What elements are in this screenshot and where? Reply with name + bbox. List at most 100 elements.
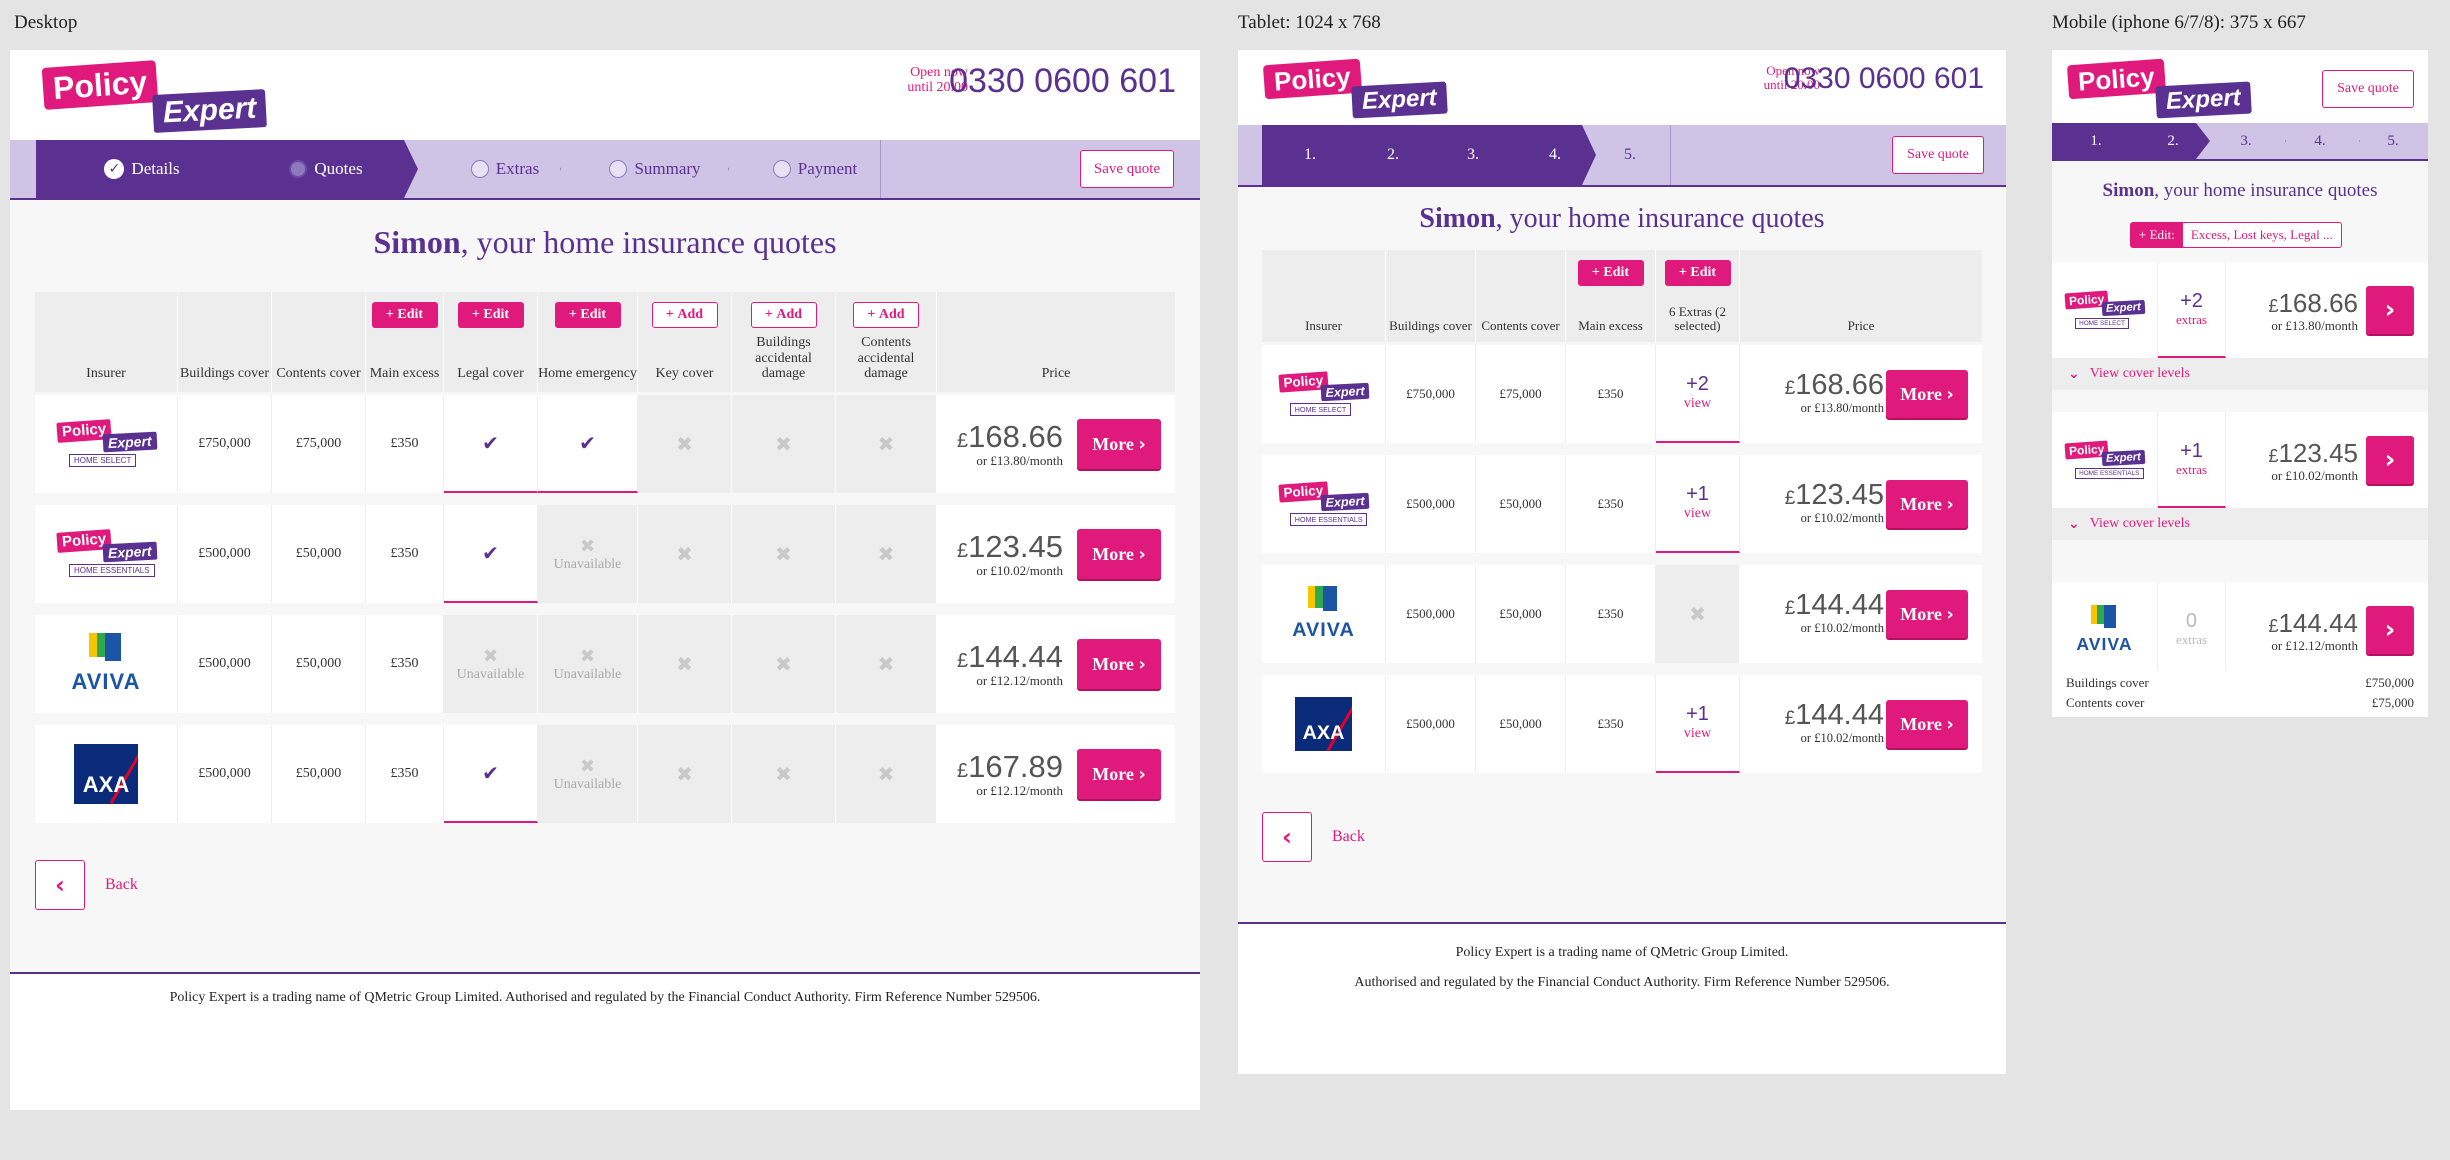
more-button[interactable]: More › (1886, 370, 1968, 418)
more-button[interactable]: More › (1077, 639, 1161, 689)
insurer-logo-aviva: AVIVA (72, 633, 141, 695)
view-cover-levels-link[interactable]: ⌄ View cover levels (2052, 358, 2428, 390)
edit-excess-button[interactable]: + Edit (1577, 260, 1644, 286)
legal-cover-cell: ✔ (444, 505, 538, 603)
add-buildings-ad-button[interactable]: + Add (750, 302, 817, 328)
chevron-right-icon: › (1946, 603, 1954, 625)
add-key-cover-button[interactable]: + Add (651, 302, 718, 328)
empty-circle-icon (470, 160, 489, 178)
buildings-ad-cell: ✖ (732, 505, 836, 603)
policy-expert-logo[interactable]: Policy Expert (1262, 58, 1448, 120)
unavailable-label: Unavailable (553, 666, 622, 682)
product-badge: HOME SELECT (2074, 318, 2130, 329)
more-button[interactable]: More › (1077, 419, 1161, 469)
col-main-excess: Main excess (369, 366, 440, 382)
extras-count: +1 (2180, 440, 2203, 463)
save-quote-button[interactable]: Save quote (1892, 136, 1984, 174)
view-extras-link[interactable]: view (1684, 506, 1711, 522)
more-button[interactable]: › (2366, 286, 2414, 334)
edit-excess-button[interactable]: + Edit (371, 302, 438, 328)
quote-row: AXA £500,000 £50,000 £350 ✔ ✖ Unavailable … (35, 725, 1175, 823)
price-cell: £168.66 or £13.80/month More › (1740, 345, 1982, 443)
more-button[interactable]: › (2366, 606, 2414, 654)
insurer-logo-policy-expert-select: Policy Expert HOME SELECT (1274, 370, 1373, 419)
back-button[interactable]: ‹ Back (35, 860, 138, 910)
chevron-right-icon: › (1138, 433, 1146, 455)
more-button[interactable]: › (2366, 436, 2414, 484)
main-excess-value: £350 (1566, 345, 1656, 443)
step-extras[interactable]: Extras (420, 140, 590, 198)
insurer-cell: AVIVA (1262, 565, 1386, 663)
more-button[interactable]: More › (1886, 700, 1968, 748)
more-button[interactable]: More › (1077, 749, 1161, 799)
edit-home-emergency-button[interactable]: + Edit (554, 302, 621, 328)
col-key: Key cover (655, 366, 714, 382)
edit-extras-button[interactable]: + Edit (1664, 260, 1731, 286)
extras-cell[interactable]: +1 view (1656, 675, 1740, 773)
policy-expert-logo[interactable]: Policy Expert (41, 60, 273, 134)
price: £168.66 or £13.80/month (2268, 288, 2358, 333)
axa-wordmark: AXA (1302, 722, 1345, 745)
chevron-right-icon: › (2384, 445, 2396, 475)
step-4[interactable]: 4. (1500, 125, 1596, 185)
phone-number[interactable]: 0330 0600 601 (949, 62, 1176, 101)
save-quote-button[interactable]: Save quote (1080, 150, 1174, 188)
col-contents: Contents cover (276, 366, 361, 382)
step-2[interactable]: 2. (2122, 123, 2210, 159)
back-button[interactable]: ‹ Back (1262, 812, 1365, 862)
price: £144.44 or £12.12/month (957, 639, 1063, 688)
insurer-cell: AVIVA (35, 615, 178, 713)
view-cover-levels-link[interactable]: ⌄ View cover levels (2052, 508, 2428, 540)
edit-legal-button[interactable]: + Edit (457, 302, 524, 328)
site-header: Policy Expert Save quote (2052, 50, 2428, 123)
cross-icon: ✖ (775, 652, 792, 676)
step-5[interactable]: 5. (1590, 125, 1670, 185)
phone-number[interactable]: 0330 0600 601 (1784, 62, 1984, 96)
site-footer: Policy Expert is a trading name of QMetr… (10, 972, 1200, 1110)
contents-cover-value: £75,000 (272, 395, 366, 493)
quote-row: AVIVA £500,000 £50,000 £350 ✖ £144.44 or… (1262, 565, 1982, 663)
extras-cell[interactable]: +2 view (1656, 345, 1740, 443)
edit-extras-pill[interactable]: + Edit: Excess, Lost keys, Legal ... (2130, 222, 2342, 248)
save-quote-button[interactable]: Save quote (2322, 70, 2414, 108)
extras-cell[interactable]: +1 extras (2158, 412, 2226, 508)
view-extras-link[interactable]: view (1684, 396, 1711, 412)
monthly-price: or £10.02/month (1800, 731, 1884, 745)
aviva-mark-icon (88, 633, 123, 667)
more-button[interactable]: More › (1077, 529, 1161, 579)
col-contents-ad: Contents accidental damage (857, 334, 915, 382)
col-insurer: Insurer (86, 366, 126, 382)
insurer-cell: Policy Expert HOME ESSENTIALS (1262, 455, 1386, 553)
monthly-price: or £13.80/month (1800, 401, 1884, 415)
step-5[interactable]: 5. (2358, 123, 2428, 159)
view-extras-link[interactable]: view (1684, 726, 1711, 742)
quote-row: Policy Expert HOME SELECT £750,000 £75,0… (35, 395, 1175, 493)
more-button[interactable]: More › (1886, 480, 1968, 528)
add-contents-ad-button[interactable]: + Add (853, 302, 919, 328)
contents-ad-cell: ✖ (836, 615, 937, 713)
insurer-logo-axa: AXA (1294, 697, 1353, 751)
price-cell: £123.45 or £10.02/month More › (1740, 455, 1982, 553)
axa-wordmark: AXA (82, 772, 130, 797)
extras-label: extras (2175, 312, 2208, 328)
extras-cell[interactable]: +1 view (1656, 455, 1740, 553)
step-quotes[interactable]: Quotes (206, 140, 418, 198)
extras-cell[interactable]: 0 extras (2158, 582, 2226, 678)
current-step-icon (289, 160, 307, 178)
col-price: Price (1041, 366, 1071, 382)
col-legal: Legal cover (457, 366, 524, 382)
insurer-cell: Policy Expert HOME SELECT (35, 395, 178, 493)
insurer-cell: Policy Expert HOME ESSENTIALS (35, 505, 178, 603)
step-3[interactable]: 3. (1418, 125, 1514, 185)
summary-buildings-value: £750,000 (2365, 675, 2414, 690)
step-payment[interactable]: Payment (740, 140, 890, 198)
extras-count: +1 (1686, 483, 1709, 506)
summary-contents-label: Contents cover (2066, 695, 2145, 710)
product-badge: HOME SELECT (69, 454, 137, 467)
quote-row: Policy Expert HOME SELECT £750,000 £75,0… (1262, 345, 1982, 443)
extras-cell[interactable]: +2 extras (2158, 262, 2226, 358)
key-cover-cell: ✖ (638, 505, 732, 603)
more-button[interactable]: More › (1886, 590, 1968, 638)
price: £144.44 or £10.02/month (1784, 699, 1884, 745)
policy-expert-logo[interactable]: Policy Expert (2066, 58, 2252, 119)
